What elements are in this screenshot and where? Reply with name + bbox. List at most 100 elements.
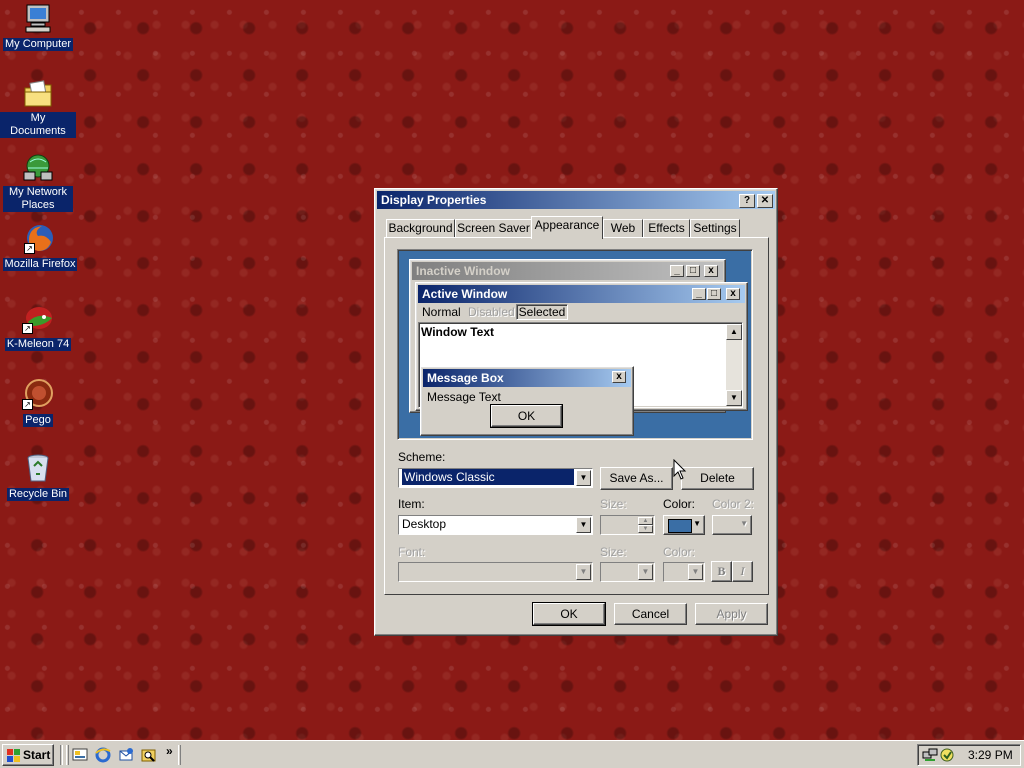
shortcut-arrow-icon: ↗ — [22, 323, 33, 334]
desktop-icon-label: Mozilla Firefox — [2, 258, 78, 271]
clock[interactable]: 3:29 PM — [968, 748, 1013, 762]
color-swatch — [668, 519, 692, 533]
chevron-down-icon: ▼ — [638, 564, 653, 580]
show-desktop-icon[interactable] — [72, 747, 88, 763]
search-icon[interactable] — [141, 747, 157, 763]
tab-background[interactable]: Background — [386, 219, 455, 238]
preview-inactive-title: Inactive Window — [416, 264, 510, 278]
item-select-value: Desktop — [402, 517, 447, 531]
close-icon: ✕ — [760, 195, 770, 206]
quicklaunch-grip[interactable] — [66, 745, 69, 765]
chevron-down-icon: ▼ — [576, 470, 591, 486]
desktop-icon-mozilla-firefox[interactable]: ↗ Mozilla Firefox — [2, 222, 78, 271]
delete-button[interactable]: Delete — [681, 467, 754, 490]
item-color-label: Color: — [663, 497, 696, 511]
stepper-up-icon: ▲ — [638, 517, 653, 525]
preview-msgbox-titlebar: Message Box — [423, 369, 631, 387]
close-icon: x — [726, 288, 740, 300]
item-select[interactable]: Desktop ▼ — [398, 515, 593, 535]
preview-window-text: Window Text — [421, 325, 494, 339]
dialog-title: Display Properties — [381, 193, 487, 207]
maximize-icon: □ — [686, 265, 700, 277]
desktop-icon-my-documents[interactable]: My Documents — [0, 78, 76, 138]
taskbar-grip[interactable] — [178, 745, 181, 765]
chevron-down-icon: ▼ — [740, 519, 748, 528]
tab-appearance[interactable]: Appearance — [531, 216, 603, 239]
cancel-button[interactable]: Cancel — [614, 603, 687, 625]
windows-logo-icon — [7, 749, 20, 762]
tab-settings[interactable]: Settings — [690, 219, 740, 238]
scheme-select[interactable]: Windows Classic ▼ — [398, 468, 593, 488]
apply-button[interactable]: Apply — [695, 603, 768, 625]
dialog-titlebar[interactable]: Display Properties — [377, 191, 775, 209]
kmeleon-icon: ↗ — [22, 302, 54, 334]
desktop-icon-pego[interactable]: ↗ Pego — [0, 378, 76, 427]
outlook-express-icon[interactable] — [118, 747, 134, 763]
desktop-icon-label: Recycle Bin — [6, 488, 70, 501]
preview-scrollbar: ▲ ▼ — [726, 324, 742, 406]
font-italic-button[interactable]: I — [732, 561, 753, 582]
quicklaunch-more-button[interactable]: » — [166, 744, 173, 758]
mouse-cursor-icon — [673, 459, 687, 480]
tab-web[interactable]: Web — [603, 219, 643, 238]
shortcut-arrow-icon: ↗ — [22, 399, 33, 410]
tray-app-icon[interactable] — [939, 747, 955, 763]
item-size-stepper[interactable]: ▲ ▼ — [600, 515, 655, 535]
desktop-icon-k-meleon[interactable]: ↗ K-Meleon 74 — [0, 302, 76, 351]
shortcut-arrow-icon: ↗ — [24, 243, 35, 254]
font-select[interactable]: ▼ — [398, 562, 593, 582]
network-tray-icon[interactable] — [922, 747, 938, 763]
preview-msgbox-title: Message Box — [427, 371, 504, 385]
desktop-icon-my-network-places[interactable]: My Network Places — [0, 152, 76, 212]
item-color2-picker[interactable]: ▼ — [712, 515, 752, 535]
item-label: Item: — [398, 497, 425, 511]
start-button[interactable]: Start — [2, 744, 54, 766]
close-button[interactable]: ✕ — [757, 194, 773, 208]
tab-effects[interactable]: Effects — [643, 219, 690, 238]
folder-icon — [22, 78, 54, 110]
item-size-label: Size: — [600, 497, 627, 511]
firefox-icon: ↗ — [24, 222, 56, 254]
desktop-icon-my-computer[interactable]: My Computer — [0, 2, 76, 51]
desktop-icon-label: K-Meleon 74 — [4, 338, 72, 351]
font-size-select[interactable]: ▼ — [600, 562, 655, 582]
preview-menu-normal: Normal — [422, 305, 461, 319]
preview-active-title: Active Window — [422, 287, 508, 301]
desktop-icon-label: My Computer — [2, 38, 74, 51]
preview-msgbox-text: Message Text — [427, 390, 501, 404]
minimize-icon: _ — [670, 265, 684, 277]
minimize-icon: _ — [692, 288, 706, 300]
desktop-icon-label: My Documents — [0, 112, 76, 138]
preview-menu-selected: Selected — [516, 304, 568, 320]
scheme-label: Scheme: — [398, 450, 446, 464]
tab-screen-saver[interactable]: Screen Saver — [455, 219, 532, 238]
desktop-icon-recycle-bin[interactable]: Recycle Bin — [0, 452, 76, 501]
chevron-down-icon: ▼ — [576, 564, 591, 580]
internet-explorer-icon[interactable] — [95, 747, 111, 763]
save-as-button[interactable]: Save As... — [600, 467, 673, 490]
preview-menu-disabled: Disabled — [468, 305, 515, 319]
item-color-picker[interactable]: ▼ — [663, 515, 705, 535]
font-color-label: Color: — [663, 545, 696, 559]
recycle-bin-icon — [22, 452, 54, 484]
pego-icon: ↗ — [22, 378, 54, 410]
close-icon: x — [612, 371, 626, 383]
ok-button[interactable]: OK — [532, 602, 606, 626]
item-color2-label: Color 2: — [712, 497, 755, 511]
font-label: Font: — [398, 545, 426, 559]
chevron-down-icon: ▼ — [688, 564, 703, 580]
scroll-up-icon: ▲ — [726, 324, 742, 340]
font-size-label: Size: — [600, 545, 627, 559]
font-bold-button[interactable]: B — [711, 561, 732, 582]
chevron-down-icon: ▼ — [576, 517, 591, 533]
font-color-picker[interactable]: ▼ — [663, 562, 705, 582]
desktop-icon-label: Pego — [23, 414, 53, 427]
stepper-down-icon: ▼ — [638, 525, 653, 533]
help-button[interactable]: ? — [739, 194, 755, 208]
network-icon — [22, 152, 54, 184]
scroll-down-icon: ▼ — [726, 390, 742, 406]
maximize-icon: □ — [707, 288, 721, 300]
close-icon: x — [704, 265, 718, 277]
taskbar-separator — [60, 745, 63, 765]
computer-icon — [22, 2, 54, 34]
